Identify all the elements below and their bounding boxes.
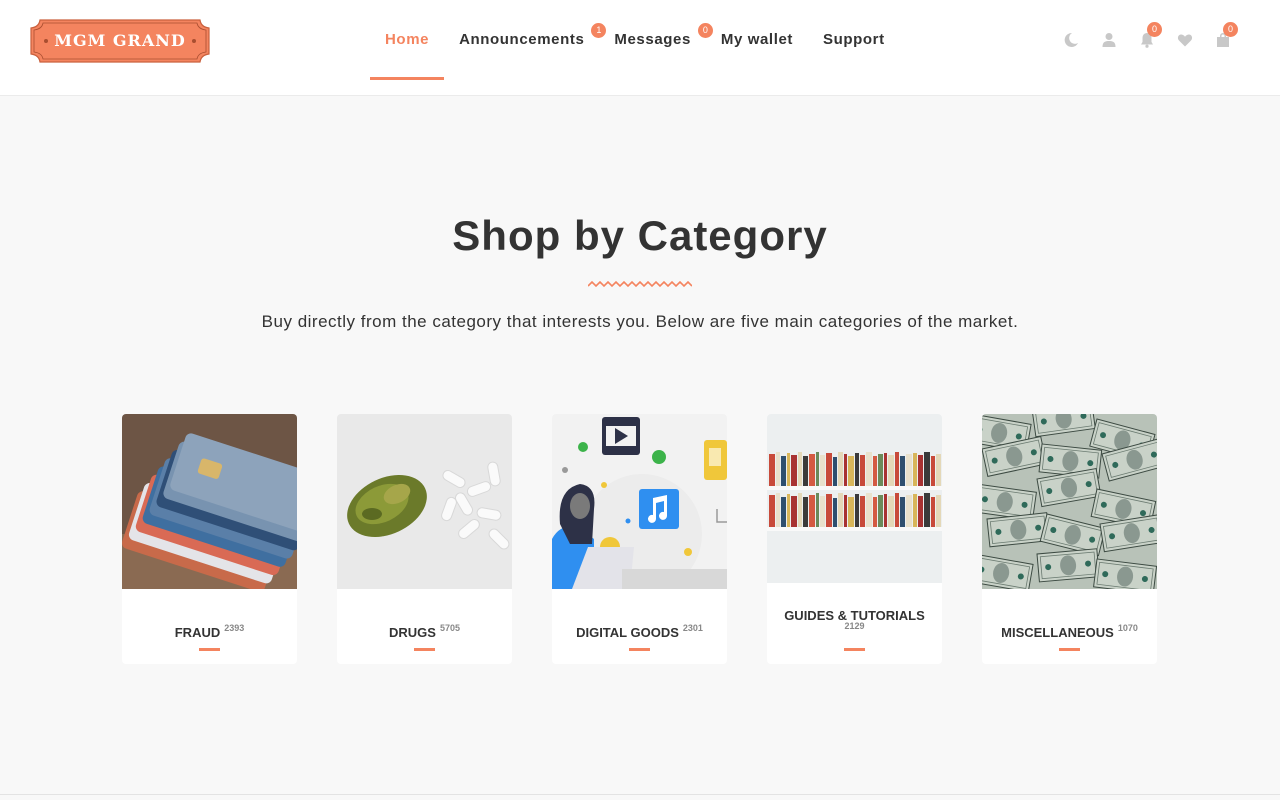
category-miscellaneous-label: MISCELLANEOUS 1070	[982, 623, 1157, 640]
nav-messages[interactable]: Messages 0	[599, 0, 713, 80]
category-drugs-label: DRUGS 5705	[337, 623, 512, 640]
nav-support[interactable]: Support	[808, 0, 900, 80]
heart-icon	[1177, 34, 1193, 47]
title-squiggle-divider	[588, 281, 692, 288]
bookshelf-image	[767, 414, 942, 583]
category-grid: FRAUD 2393 DRUGS 5705 DIGITAL GOODS 2301…	[122, 414, 1157, 664]
nav-my-wallet-label: My wallet	[720, 31, 793, 48]
site-logo[interactable]: MGM GRAND	[30, 19, 210, 63]
account-button[interactable]	[1090, 30, 1128, 50]
category-miscellaneous-count: 1070	[1117, 623, 1138, 633]
category-card-miscellaneous[interactable]: MISCELLANEOUS 1070	[982, 414, 1157, 664]
nav-support-label: Support	[823, 31, 885, 48]
header-icons: 0 0	[1052, 22, 1242, 50]
category-digital-goods-label: DIGITAL GOODS 2301	[552, 623, 727, 640]
nav-announcements-label: Announcements	[459, 31, 585, 48]
nav-my-wallet[interactable]: My wallet	[706, 0, 808, 80]
footer-divider	[0, 794, 1280, 795]
category-fraud-count: 2393	[224, 623, 245, 633]
cart-button[interactable]: 0	[1204, 22, 1242, 50]
category-fraud-name: FRAUD	[174, 625, 221, 640]
category-card-drugs[interactable]: DRUGS 5705	[337, 414, 512, 664]
site-header: MGM GRAND Home Announcements 1 Messages …	[0, 0, 1280, 96]
credit-cards-image	[122, 414, 297, 589]
banknotes-image	[982, 414, 1157, 589]
category-drugs-count: 5705	[439, 623, 460, 633]
cannabis-and-pills-image	[337, 414, 512, 589]
category-card-digital-goods[interactable]: DIGITAL GOODS 2301	[552, 414, 727, 664]
card-underline	[414, 648, 435, 651]
category-digital-goods-count: 2301	[682, 623, 703, 633]
page-subtitle: Buy directly from the category that inte…	[261, 312, 1019, 331]
card-underline	[199, 648, 220, 651]
wishlist-button[interactable]	[1166, 30, 1204, 50]
card-underline	[844, 648, 865, 651]
category-card-fraud[interactable]: FRAUD 2393	[122, 414, 297, 664]
card-underline	[1059, 648, 1080, 651]
category-miscellaneous-name: MISCELLANEOUS	[1001, 625, 1114, 640]
category-guides-tutorials-count: 2129	[844, 621, 865, 631]
moon-icon	[1064, 32, 1078, 47]
nav-home[interactable]: Home	[370, 0, 445, 80]
card-underline	[629, 648, 650, 651]
nav-home-label: Home	[385, 31, 430, 48]
dark-mode-toggle[interactable]	[1052, 30, 1090, 50]
category-digital-goods-name: DIGITAL GOODS	[576, 625, 679, 640]
user-icon	[1102, 33, 1116, 47]
digital-media-illustration-image	[552, 414, 727, 589]
nav-messages-label: Messages	[614, 31, 691, 48]
category-fraud-label: FRAUD 2393	[122, 623, 297, 640]
page-title: Shop by Category	[452, 212, 828, 259]
cart-badge: 0	[1223, 22, 1238, 37]
category-drugs-name: DRUGS	[389, 625, 436, 640]
notifications-badge: 0	[1147, 22, 1162, 37]
category-card-guides-tutorials[interactable]: GUIDES & TUTORIALS 2129	[767, 414, 942, 664]
notifications-button[interactable]: 0	[1128, 22, 1166, 50]
nav-announcements[interactable]: Announcements 1	[444, 0, 607, 80]
logo-text: MGM GRAND	[54, 31, 186, 50]
main-nav: Home Announcements 1 Messages 0 My walle…	[370, 0, 900, 96]
